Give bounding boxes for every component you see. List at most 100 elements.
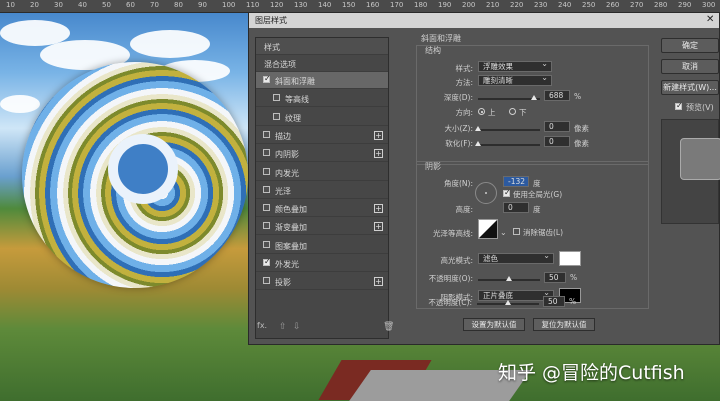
style-item-checkbox[interactable] <box>263 167 270 175</box>
style-item[interactable]: 纹理 <box>256 109 388 126</box>
soften-slider[interactable] <box>475 141 540 146</box>
highlight-opacity-input[interactable]: 50 <box>544 272 566 283</box>
ruler-number: 90 <box>198 1 207 9</box>
trash-icon[interactable]: 🗑 <box>383 322 394 332</box>
add-effect-icon[interactable]: + <box>374 149 383 159</box>
size-input[interactable]: 0 <box>544 121 570 132</box>
style-item-label: 外发光 <box>275 260 299 269</box>
size-slider[interactable] <box>475 126 540 131</box>
shadow-opacity-input[interactable]: 50 <box>543 296 565 307</box>
arrow-up-icon[interactable]: ⇧ <box>279 322 287 332</box>
fx-icon[interactable]: fx. <box>257 321 267 330</box>
style-item[interactable]: 投影 + <box>256 273 388 291</box>
ruler-number: 220 <box>510 1 524 9</box>
direction-down-label: 下 <box>519 108 527 117</box>
style-item[interactable]: 颜色叠加 + <box>256 200 388 218</box>
angle-input[interactable]: -132 <box>503 176 529 187</box>
add-effect-icon[interactable]: + <box>374 222 383 232</box>
highlight-opacity-label: 不透明度(O): <box>428 274 473 283</box>
style-item[interactable]: 光泽 <box>256 182 388 199</box>
new-style-button[interactable]: 新建样式(W)... <box>661 80 719 95</box>
highlight-opacity-knob[interactable] <box>506 276 512 281</box>
structure-title: 结构 <box>425 46 441 55</box>
ruler-number: 140 <box>318 1 332 9</box>
ruler-number: 250 <box>582 1 596 9</box>
altitude-input[interactable]: 0 <box>503 202 529 213</box>
style-item[interactable]: 外发光 <box>256 255 388 272</box>
depth-slider[interactable] <box>478 95 540 100</box>
highlight-color-swatch[interactable] <box>559 251 581 266</box>
angle-dial[interactable] <box>475 182 497 204</box>
soften-input[interactable]: 0 <box>544 136 570 147</box>
style-item-checkbox[interactable] <box>273 112 280 120</box>
twirled-sphere <box>22 62 248 288</box>
highlight-opacity-slider[interactable] <box>478 276 540 281</box>
depth-input[interactable]: 688 <box>544 90 570 101</box>
style-item-label: 颜色叠加 <box>275 205 307 215</box>
style-item-checkbox[interactable] <box>263 277 270 285</box>
style-item-checkbox[interactable] <box>263 222 270 230</box>
shadow-opacity-knob[interactable] <box>505 300 511 305</box>
ruler-number: 160 <box>366 1 380 9</box>
add-effect-icon[interactable]: + <box>374 130 383 140</box>
add-effect-icon[interactable]: + <box>374 204 383 214</box>
direction-down-radio[interactable] <box>509 108 516 115</box>
angle-dial-center <box>485 192 487 194</box>
shading-group: 阴影 角度(N): -132 度 使用全局光(G) 高度: 0 度 光泽等高线:… <box>416 161 649 309</box>
style-item-checkbox[interactable] <box>263 149 270 157</box>
style-label: 样式: <box>455 64 473 73</box>
style-item-checkbox[interactable] <box>263 204 270 212</box>
contour-dropdown-icon[interactable]: ⌄ <box>500 228 507 237</box>
style-item[interactable]: 内阴影 + <box>256 145 388 163</box>
style-item-label: 渐变叠加 <box>275 223 307 233</box>
global-light-checkbox[interactable] <box>503 188 511 197</box>
preview-label: 预览(V) <box>686 103 714 112</box>
direction-up-radio[interactable] <box>478 108 485 115</box>
style-item-checkbox[interactable] <box>263 130 270 138</box>
make-default-button[interactable]: 设置为默认值 <box>463 318 525 331</box>
gloss-contour-picker[interactable] <box>478 219 498 239</box>
preview-checkbox[interactable] <box>675 101 683 110</box>
cloud <box>130 30 210 58</box>
depth-unit: % <box>574 92 582 101</box>
ruler-number: 210 <box>486 1 500 9</box>
style-item[interactable]: 内发光 <box>256 164 388 181</box>
style-item[interactable]: 图案叠加 <box>256 237 388 254</box>
bevel-section-title: 斜面和浮雕 <box>421 34 461 43</box>
cancel-button[interactable]: 取消 <box>661 59 719 74</box>
depth-slider-knob[interactable] <box>530 95 537 100</box>
add-effect-icon[interactable]: + <box>374 277 383 287</box>
ok-button[interactable]: 确定 <box>661 38 719 53</box>
style-select[interactable]: 浮雕效果 <box>478 59 552 72</box>
style-item[interactable]: 渐变叠加 + <box>256 218 388 236</box>
style-item-label: 等高线 <box>285 95 309 105</box>
soften-slider-knob[interactable] <box>475 141 481 146</box>
antialias-checkbox[interactable] <box>513 228 520 235</box>
style-item-checkbox[interactable] <box>273 94 280 102</box>
size-slider-knob[interactable] <box>475 126 481 131</box>
ruler-number: 150 <box>342 1 356 9</box>
highlight-mode-select[interactable]: 滤色 <box>478 251 554 264</box>
style-item[interactable]: 斜面和浮雕 <box>256 72 388 89</box>
structure-group: 结构 样式: 浮雕效果 方法: 雕刻清晰 深度(D): 688 % 方向: 上 … <box>416 45 649 165</box>
technique-select[interactable]: 雕刻清晰 <box>478 73 552 86</box>
style-item-checkbox[interactable] <box>263 257 271 266</box>
style-item-checkbox[interactable] <box>263 185 270 193</box>
ruler-number: 190 <box>438 1 452 9</box>
reset-default-button[interactable]: 复位为默认值 <box>533 318 595 331</box>
style-item[interactable]: 描边 + <box>256 127 388 144</box>
shadow-opacity-slider[interactable] <box>477 300 539 305</box>
shading-title: 阴影 <box>425 162 441 171</box>
style-item-checkbox[interactable] <box>263 74 271 83</box>
style-item[interactable]: 等高线 <box>256 90 388 108</box>
dialog-titlebar[interactable]: 图层样式 ✕ <box>249 13 719 28</box>
style-item-label: 内阴影 <box>275 150 299 160</box>
arrow-down-icon[interactable]: ⇩ <box>293 322 301 332</box>
depth-label: 深度(D): <box>443 93 473 102</box>
close-icon[interactable]: ✕ <box>706 14 714 25</box>
gloss-contour-label: 光泽等高线: <box>432 229 473 238</box>
blend-options-item[interactable]: 混合选项 <box>256 55 388 72</box>
style-preview-swatch <box>680 138 720 180</box>
style-item-checkbox[interactable] <box>263 240 270 248</box>
ruler-number: 80 <box>174 1 183 9</box>
